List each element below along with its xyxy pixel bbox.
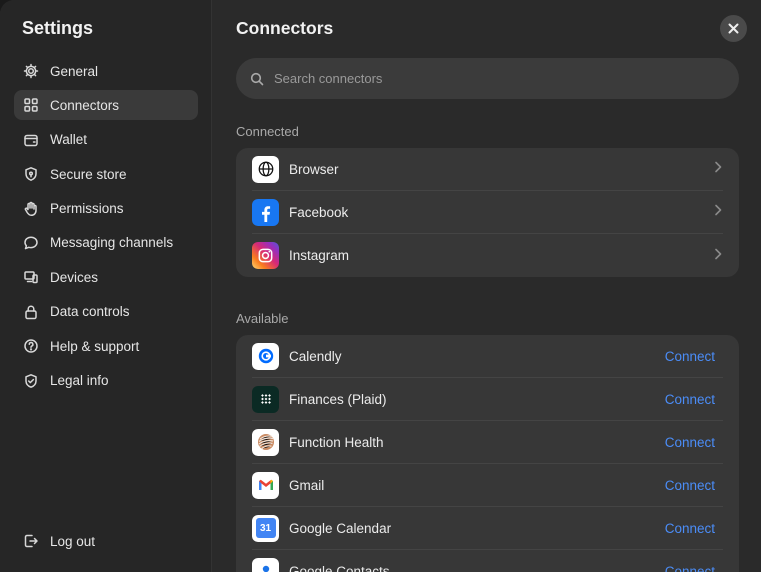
search-icon (250, 72, 264, 85)
sidebar: Settings General Connectors Wallet Secur… (0, 0, 212, 572)
connector-name: Google Calendar (289, 520, 392, 536)
connector-name: Browser (289, 161, 339, 177)
wallet-icon (23, 132, 39, 148)
search-input[interactable] (274, 71, 714, 86)
sidebar-nav: General Connectors Wallet Secure store P… (14, 56, 198, 400)
connect-button[interactable]: Connect (665, 521, 715, 536)
connector-row-instagram[interactable]: Instagram (252, 234, 723, 277)
google-calendar-icon: 31 (252, 514, 279, 542)
sidebar-item-label: Connectors (50, 97, 120, 113)
connector-name: Finances (Plaid) (289, 391, 387, 407)
function-health-icon (252, 428, 279, 456)
sidebar-title: Settings (22, 18, 94, 38)
help-circle-icon (23, 338, 39, 354)
connect-button[interactable]: Connect (665, 349, 715, 364)
logout-icon (23, 533, 39, 549)
close-button[interactable] (720, 15, 747, 42)
google-contacts-icon (252, 558, 279, 572)
connector-name: Calendly (289, 348, 342, 364)
connected-section-label: Connected (236, 124, 299, 139)
sidebar-item-label: Help & support (50, 338, 140, 354)
sidebar-item-label: General (50, 63, 99, 79)
shield-check-icon (23, 373, 39, 389)
chevron-right-icon (714, 160, 723, 178)
connector-row-browser[interactable]: Browser (252, 148, 723, 191)
main-panel: Connectors Connected Browser Facebook (213, 0, 761, 572)
connector-row-plaid: Finances (Plaid) Connect (252, 378, 723, 421)
lock-icon (23, 304, 39, 320)
connect-button[interactable]: Connect (665, 478, 715, 493)
search-bar (236, 58, 739, 99)
sidebar-item-legal-info[interactable]: Legal info (14, 366, 198, 396)
instagram-icon (252, 242, 279, 269)
connector-name: Google Contacts (289, 564, 390, 572)
connector-row-google-calendar: 31 Google Calendar Connect (252, 507, 723, 550)
connector-row-gmail: Gmail Connect (252, 464, 723, 507)
sidebar-item-label: Devices (50, 269, 99, 285)
connector-row-facebook[interactable]: Facebook (252, 191, 723, 234)
connector-name: Function Health (289, 434, 384, 450)
shield-icon (23, 166, 39, 182)
sidebar-item-label: Permissions (50, 201, 124, 217)
logout-button[interactable]: Log out (14, 526, 198, 556)
connector-name: Gmail (289, 477, 325, 493)
page-title: Connectors (236, 18, 334, 38)
connector-name: Instagram (289, 248, 350, 263)
chevron-right-icon (714, 203, 723, 221)
connect-button[interactable]: Connect (665, 392, 715, 407)
sidebar-item-label: Data controls (50, 304, 130, 320)
facebook-icon (252, 198, 279, 226)
connector-row-function-health: Function Health Connect (252, 421, 723, 464)
gmail-icon (252, 471, 279, 499)
connector-row-calendly: Calendly Connect (252, 335, 723, 378)
calendly-icon (252, 342, 279, 370)
available-list: Calendly Connect Finances (Plaid) Connec… (236, 335, 739, 572)
globe-icon (252, 155, 279, 183)
connect-button[interactable]: Connect (665, 564, 715, 572)
gear-icon (23, 63, 39, 79)
available-section-label: Available (236, 311, 289, 326)
sidebar-item-messaging-channels[interactable]: Messaging channels (14, 228, 198, 258)
settings-window: Settings General Connectors Wallet Secur… (0, 0, 761, 572)
sidebar-item-label: Secure store (50, 166, 127, 182)
close-icon (728, 23, 739, 34)
hand-icon (23, 201, 39, 217)
connected-list: Browser Facebook Instagram (236, 148, 739, 277)
grid-icon (23, 97, 39, 113)
sidebar-item-data-controls[interactable]: Data controls (14, 297, 198, 327)
sidebar-item-label: Legal info (50, 373, 109, 389)
plaid-icon (252, 385, 279, 413)
sidebar-item-label: Wallet (50, 132, 88, 148)
sidebar-item-general[interactable]: General (14, 56, 198, 86)
sidebar-item-secure-store[interactable]: Secure store (14, 159, 198, 189)
devices-icon (23, 269, 39, 285)
chevron-right-icon (714, 247, 723, 265)
sidebar-item-help-support[interactable]: Help & support (14, 331, 198, 361)
logout-label: Log out (50, 533, 96, 549)
sidebar-item-connectors[interactable]: Connectors (14, 90, 198, 121)
sidebar-item-devices[interactable]: Devices (14, 262, 198, 292)
connect-button[interactable]: Connect (665, 435, 715, 450)
sidebar-item-label: Messaging channels (50, 235, 174, 251)
connector-row-google-contacts: Google Contacts Connect (252, 550, 723, 572)
connector-name: Facebook (289, 204, 349, 220)
chat-bubble-icon (23, 235, 39, 251)
sidebar-item-permissions[interactable]: Permissions (14, 194, 198, 224)
google-calendar-icon-text: 31 (255, 518, 276, 538)
sidebar-item-wallet[interactable]: Wallet (14, 125, 198, 155)
